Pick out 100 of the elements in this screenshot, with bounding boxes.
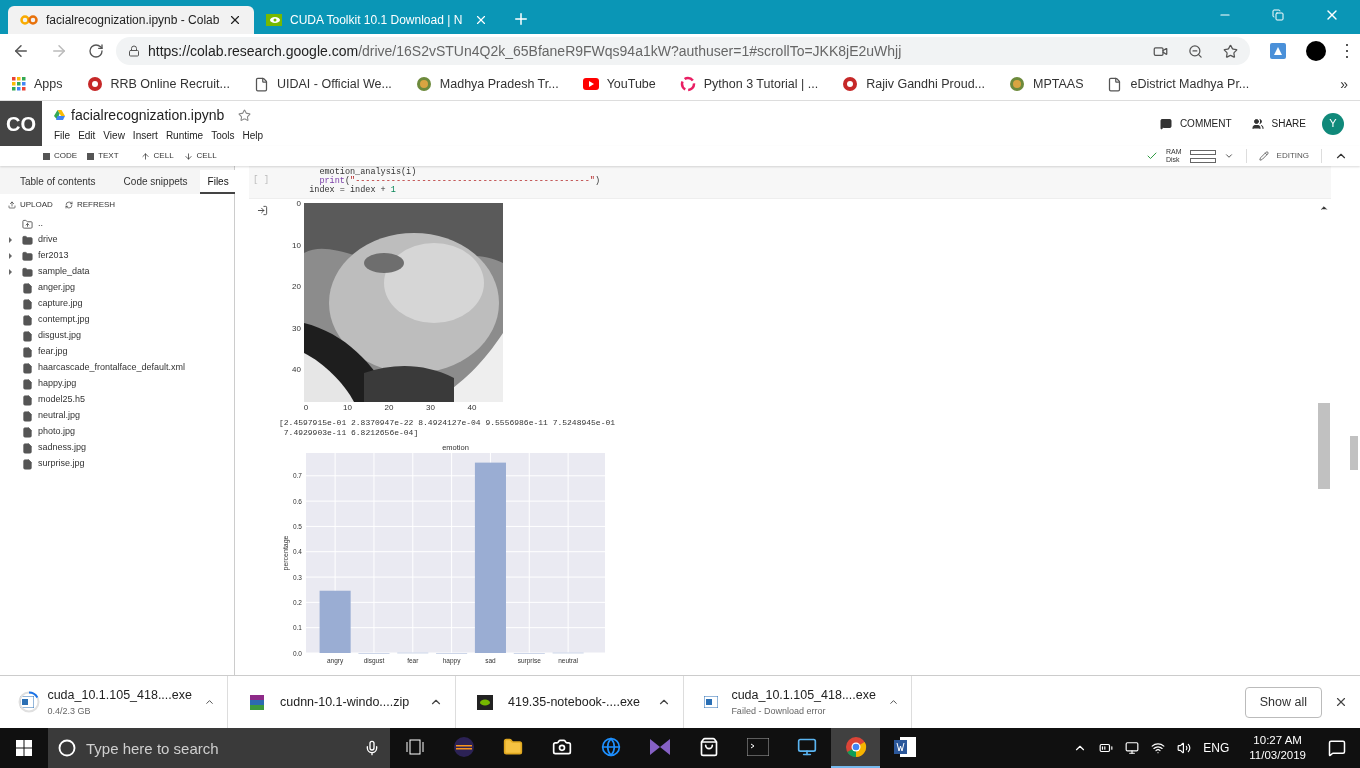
- bookmark-link[interactable]: Rajiv Gandhi Proud...: [842, 74, 985, 94]
- user-avatar[interactable]: Y: [1322, 112, 1344, 135]
- file-name[interactable]: contempt.jpg: [38, 313, 90, 327]
- menu-item[interactable]: Help: [242, 127, 264, 143]
- editing-button[interactable]: EDITING: [1258, 150, 1309, 162]
- volume-icon[interactable]: [1177, 741, 1192, 755]
- sidebar-tab[interactable]: Table of contents: [12, 170, 104, 194]
- file-name[interactable]: fear.jpg: [38, 345, 68, 359]
- output-icon[interactable]: [257, 205, 268, 216]
- download-filename[interactable]: 419.35-notebook-....exe: [508, 692, 645, 712]
- more-bookmarks[interactable]: »: [1340, 73, 1348, 95]
- scroll-up-icon[interactable]: [1319, 203, 1329, 213]
- file-icon: [21, 330, 33, 342]
- task-view-icon[interactable]: [405, 739, 424, 755]
- colab-logo-icon: [20, 15, 38, 25]
- file-name[interactable]: haarcascade_frontalface_default.xml: [38, 361, 186, 375]
- file-name[interactable]: surprise.jpg: [38, 457, 85, 471]
- sidebar-tab[interactable]: Code snippets: [115, 170, 196, 194]
- expand-arrow-icon[interactable]: [7, 269, 13, 275]
- back-icon[interactable]: [12, 42, 30, 60]
- download-filename[interactable]: cuda_10.1.105_418....exe: [731, 685, 876, 705]
- sidebar-tab[interactable]: Files: [199, 170, 237, 194]
- browser-tab[interactable]: facialrecognization.ipynb - Colab: [8, 6, 254, 34]
- file-name[interactable]: sample_data: [38, 265, 90, 279]
- scrollbar-thumb[interactable]: [1318, 403, 1330, 489]
- file-name[interactable]: photo.jpg: [38, 425, 76, 439]
- file-name[interactable]: ..: [38, 217, 43, 231]
- toolbar-button[interactable]: CODE: [43, 150, 78, 162]
- store-bag-icon[interactable]: [698, 737, 719, 757]
- bookmark-link[interactable]: MPTAAS: [1009, 74, 1084, 94]
- close-icon[interactable]: [228, 13, 242, 27]
- file-name[interactable]: disgust.jpg: [38, 329, 82, 343]
- file-name[interactable]: anger.jpg: [38, 281, 76, 295]
- bookmark-link[interactable]: eDistrict Madhya Pr...: [1107, 74, 1250, 94]
- bookmark-link[interactable]: UIDAI - Official We...: [254, 74, 392, 94]
- bookmark-link[interactable]: Madhya Pradesh Tr...: [415, 74, 559, 94]
- toolbar-button[interactable]: CELL: [140, 150, 174, 162]
- file-name[interactable]: happy.jpg: [38, 377, 77, 391]
- close-icon[interactable]: [1334, 695, 1348, 709]
- bookmark-link[interactable]: RRB Online Recruit...: [86, 74, 230, 94]
- notebook-title[interactable]: facialrecognization.ipynb: [71, 104, 225, 126]
- file-name[interactable]: model25.h5: [38, 393, 86, 407]
- restore-icon[interactable]: [1272, 9, 1284, 21]
- eclipse-icon[interactable]: [452, 736, 475, 758]
- code-cell[interactable]: [ ] emotion_analysis(i) print("----------------------------------------------") index = index + 1: [249, 166, 1331, 198]
- camera-icon[interactable]: [551, 737, 572, 757]
- y-tick-label: 40: [292, 366, 301, 374]
- download-status: Failed - Download error: [731, 704, 827, 718]
- scrollbar-thumb[interactable]: [1350, 436, 1358, 470]
- bowtie-icon[interactable]: [648, 737, 671, 757]
- refresh-button[interactable]: REFRESH: [64, 199, 116, 211]
- file-name[interactable]: drive: [38, 233, 58, 247]
- taskbar-search-field[interactable]: Type here to search: [48, 728, 390, 768]
- menu-item[interactable]: File: [54, 127, 71, 143]
- file-name[interactable]: capture.jpg: [38, 297, 83, 311]
- battery-icon[interactable]: [1099, 741, 1114, 755]
- zoom-icon[interactable]: [1188, 43, 1203, 59]
- expand-arrow-icon[interactable]: [7, 237, 13, 243]
- comment-button[interactable]: COMMENT: [1159, 116, 1232, 131]
- menu-item[interactable]: View: [103, 127, 125, 143]
- bookmark-link[interactable]: Python 3 Tutorial | ...: [679, 74, 819, 94]
- new-tab-icon[interactable]: [512, 10, 530, 28]
- download-filename[interactable]: cudnn-10.1-windo....zip: [280, 692, 417, 712]
- download-filename[interactable]: cuda_10.1.105_418....exe: [47, 685, 192, 705]
- colab-logo[interactable]: CO: [0, 101, 42, 146]
- profile-avatar[interactable]: [1306, 41, 1326, 61]
- menu-item[interactable]: Insert: [132, 127, 158, 143]
- show-all-button[interactable]: Show all: [1244, 686, 1322, 718]
- network-icon[interactable]: [1125, 741, 1140, 755]
- extension-icon[interactable]: [1270, 43, 1286, 59]
- file-name[interactable]: sadness.jpg: [38, 441, 87, 455]
- language-indicator[interactable]: ENG: [1203, 739, 1230, 757]
- x-tick-label: 30: [426, 404, 435, 412]
- menu-item[interactable]: Edit: [78, 127, 96, 143]
- windows-start-icon[interactable]: [16, 740, 32, 756]
- monitor-icon[interactable]: [796, 737, 817, 757]
- toolbar-button[interactable]: TEXT: [87, 150, 119, 162]
- file-name[interactable]: fer2013: [38, 249, 69, 263]
- terminal-icon[interactable]: [746, 738, 769, 756]
- upload-button[interactable]: UPLOAD: [8, 199, 53, 211]
- document-w-icon[interactable]: [893, 737, 916, 757]
- folder-icon[interactable]: [502, 737, 523, 757]
- code-line: print("----------------------------------------------"): [319, 177, 600, 186]
- menu-item[interactable]: Runtime: [165, 127, 204, 143]
- address-bar[interactable]: https://colab.research.google.com/drive/16S2vSTUn4Q2k_65BfaneR9FWqs94a1kW?authuser=1#scrollTo=JKK8jE2uWhjj: [116, 37, 1250, 65]
- share-button[interactable]: SHARE: [1251, 116, 1306, 131]
- star-icon[interactable]: [238, 108, 252, 122]
- toolbar-button[interactable]: CELL: [183, 150, 217, 162]
- microphone-icon[interactable]: [364, 740, 380, 756]
- notifications-icon[interactable]: [1328, 739, 1346, 757]
- menu-item[interactable]: Tools: [211, 127, 235, 143]
- expand-arrow-icon[interactable]: [7, 253, 13, 259]
- bookmark-link[interactable]: YouTube: [582, 74, 656, 94]
- file-name[interactable]: neutral.jpg: [38, 409, 81, 423]
- dropdown-icon[interactable]: [1223, 151, 1234, 161]
- clock[interactable]: 10:27 AM 11/03/2019: [1249, 733, 1306, 763]
- bookmark-link[interactable]: Apps: [12, 74, 63, 94]
- bookmark-star-icon[interactable]: [1223, 43, 1238, 59]
- chrome-icon[interactable]: [844, 736, 867, 758]
- reload-icon[interactable]: [88, 43, 104, 59]
